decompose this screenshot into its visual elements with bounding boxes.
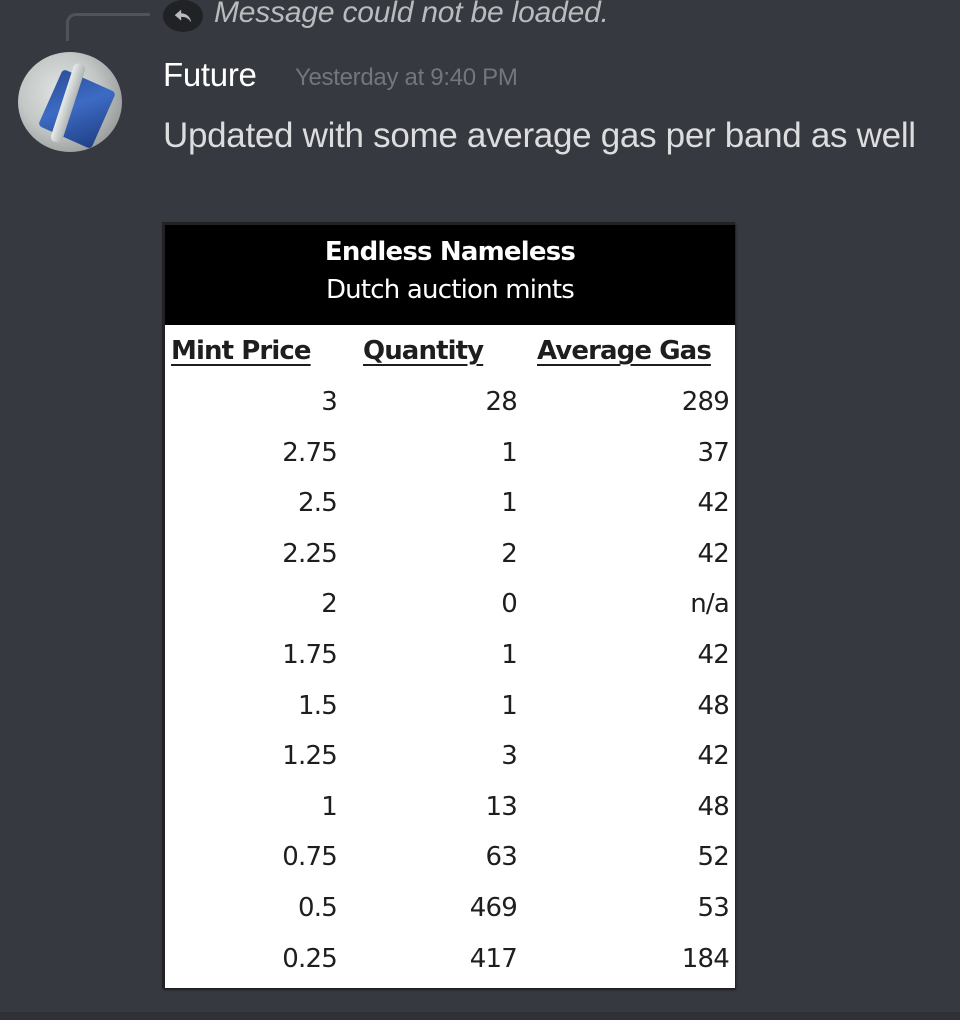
quantity-cell: 63 xyxy=(485,842,518,873)
quantity-cell: 1 xyxy=(501,437,518,468)
quantity-cell: 417 xyxy=(469,943,518,974)
quantity-cell: 0 xyxy=(501,589,518,620)
table-body: 3 28 289 2.75 1 37 2.5 1 42 2.25 2 42 2 0 n/a 1.75 1 42 1.… xyxy=(165,377,735,984)
average-gas-cell: 42 xyxy=(697,538,730,569)
quantity-cell: 28 xyxy=(485,387,518,417)
reply-connector-line xyxy=(66,13,150,41)
table-title-band: Endless Nameless Dutch auction mints xyxy=(165,225,735,325)
table-row: 3 28 289 xyxy=(165,377,735,428)
table-row: 2 0 n/a xyxy=(165,579,735,630)
table-row: 0.25 417 184 xyxy=(165,934,735,985)
average-gas-cell: 42 xyxy=(697,741,730,772)
mint-price-cell: 3 xyxy=(321,387,338,417)
average-gas-cell: n/a xyxy=(690,589,730,620)
average-gas-cell: 42 xyxy=(697,488,730,519)
average-gas-cell: 48 xyxy=(697,690,730,721)
message-content: Updated with some average gas per band a… xyxy=(163,116,916,155)
column-header-average-gas: Average Gas xyxy=(537,336,712,366)
table-row: 2.25 2 42 xyxy=(165,529,735,580)
mint-price-cell: 0.5 xyxy=(298,892,338,923)
mint-price-cell: 1.5 xyxy=(298,690,338,721)
mint-price-cell: 1 xyxy=(321,791,338,822)
average-gas-cell: 53 xyxy=(697,892,730,923)
mint-price-cell: 2.5 xyxy=(298,488,338,519)
column-header-mint-price: Mint Price xyxy=(171,336,312,366)
mint-price-cell: 1.75 xyxy=(282,639,338,670)
image-attachment[interactable]: Endless Nameless Dutch auction mints Min… xyxy=(162,222,735,988)
table-row: 2.75 1 37 xyxy=(165,428,735,479)
table-subtitle: Dutch auction mints xyxy=(325,275,575,305)
table-row: 1.5 1 48 xyxy=(165,681,735,732)
table-row: 0.5 469 53 xyxy=(165,883,735,934)
table-title: Endless Nameless xyxy=(324,237,576,267)
mint-price-cell: 2 xyxy=(321,589,338,620)
table-row: 1.25 3 42 xyxy=(165,731,735,782)
mint-price-cell: 2.75 xyxy=(282,437,338,468)
average-gas-cell: 48 xyxy=(697,791,730,822)
quantity-cell: 3 xyxy=(501,741,518,772)
mint-price-cell: 1.25 xyxy=(282,741,338,772)
mint-price-cell: 0.25 xyxy=(282,943,338,974)
table-header-row: Mint Price Quantity Average Gas xyxy=(165,325,735,377)
table-row: 1.75 1 42 xyxy=(165,630,735,681)
avatar[interactable] xyxy=(18,52,122,152)
table-row: 0.75 63 52 xyxy=(165,832,735,883)
quantity-cell: 1 xyxy=(501,639,518,670)
username[interactable]: Future xyxy=(163,56,257,94)
reply-arrow-glyph xyxy=(174,9,192,23)
reply-arrow-icon[interactable] xyxy=(163,0,203,32)
mint-price-cell: 0.75 xyxy=(282,842,338,873)
average-gas-cell: 42 xyxy=(697,639,730,670)
quantity-cell: 469 xyxy=(469,892,518,923)
mint-price-cell: 2.25 xyxy=(282,538,338,569)
timestamp: Yesterday at 9:40 PM xyxy=(295,64,518,91)
table-row: 2.5 1 42 xyxy=(165,478,735,529)
bottom-divider xyxy=(0,1012,960,1020)
average-gas-cell: 52 xyxy=(697,842,730,873)
average-gas-cell: 37 xyxy=(697,437,730,468)
quantity-cell: 2 xyxy=(501,538,518,569)
quantity-cell: 1 xyxy=(501,690,518,721)
average-gas-cell: 289 xyxy=(681,387,730,417)
average-gas-cell: 184 xyxy=(681,943,730,974)
quantity-cell: 13 xyxy=(485,791,518,822)
column-header-quantity: Quantity xyxy=(363,336,484,366)
quantity-cell: 1 xyxy=(501,488,518,519)
reply-preview-text[interactable]: Message could not be loaded. xyxy=(214,0,609,30)
table-row: 1 13 48 xyxy=(165,782,735,833)
